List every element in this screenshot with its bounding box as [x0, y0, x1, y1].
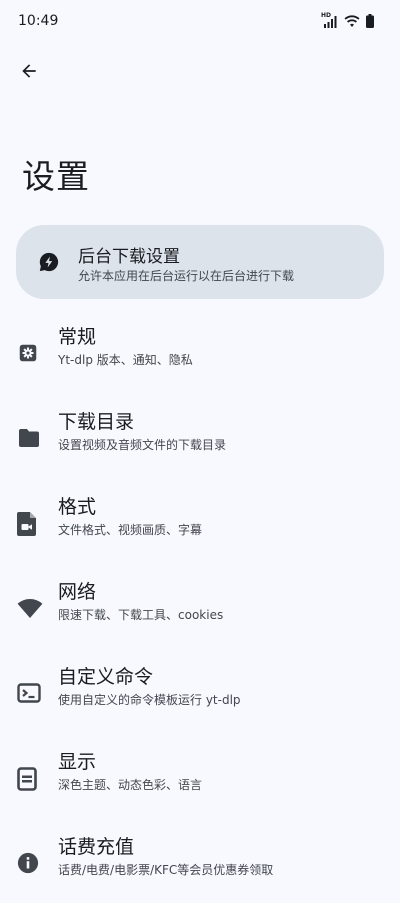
setting-subtitle: 深色主题、动态色彩、语言: [58, 778, 203, 792]
setting-display[interactable]: 显示 深色主题、动态色彩、语言: [0, 738, 400, 818]
background-download-banner[interactable]: 后台下载设置 允许本应用在后台运行以在后台进行下载: [16, 225, 384, 299]
background-download-icon: [38, 251, 60, 273]
video-file-icon: [17, 512, 41, 536]
setting-title: 自定义命令: [58, 666, 154, 688]
setting-general[interactable]: 常规 Yt-dlp 版本、通知、隐私: [0, 313, 400, 393]
setting-network[interactable]: 网络 限速下载、下载工具、cookies: [0, 568, 400, 648]
setting-subtitle: 使用自定义的命令模板运行 yt-dlp: [58, 693, 241, 707]
status-icons: HD: [321, 12, 374, 29]
banner-subtitle: 允许本应用在后台运行以在后台进行下载: [78, 269, 295, 283]
page-title: 设置: [22, 157, 90, 196]
setting-subtitle: 文件格式、视频画质、字幕: [58, 523, 203, 537]
wifi-icon: [17, 597, 43, 621]
setting-title: 显示: [58, 751, 97, 773]
setting-subtitle: Yt-dlp 版本、通知、隐私: [58, 353, 193, 367]
arrow-back-icon: [19, 61, 39, 81]
terminal-icon: [17, 682, 41, 706]
setting-recharge[interactable]: 话费充值 话费/电费/电影票/KFC等会员优惠券领取: [0, 823, 400, 903]
setting-custom-command[interactable]: 自定义命令 使用自定义的命令模板运行 yt-dlp: [0, 653, 400, 733]
banner-title: 后台下载设置: [78, 247, 180, 267]
display-icon: [17, 767, 41, 791]
setting-title: 话费充值: [58, 836, 135, 858]
setting-format[interactable]: 格式 文件格式、视频画质、字幕: [0, 483, 400, 563]
setting-subtitle: 话费/电费/电影票/KFC等会员优惠券领取: [58, 863, 274, 877]
status-time: 10:49: [18, 13, 59, 29]
setting-subtitle: 设置视频及音频文件的下载目录: [58, 438, 227, 452]
setting-title: 格式: [58, 496, 97, 518]
folder-icon: [17, 427, 41, 451]
wifi-status-icon: [343, 14, 361, 28]
setting-title: 网络: [58, 581, 97, 603]
setting-download-directory[interactable]: 下载目录 设置视频及音频文件的下载目录: [0, 398, 400, 478]
info-icon: [17, 852, 41, 876]
hd-signal-icon: HD: [321, 12, 338, 28]
status-bar: 10:49 HD: [0, 0, 400, 44]
network-badge: HD: [321, 12, 332, 19]
battery-icon: [366, 14, 374, 28]
gear-icon: [17, 342, 41, 366]
back-button[interactable]: [12, 54, 46, 88]
setting-title: 下载目录: [58, 411, 135, 433]
setting-subtitle: 限速下载、下载工具、cookies: [58, 608, 224, 622]
setting-title: 常规: [58, 326, 97, 348]
